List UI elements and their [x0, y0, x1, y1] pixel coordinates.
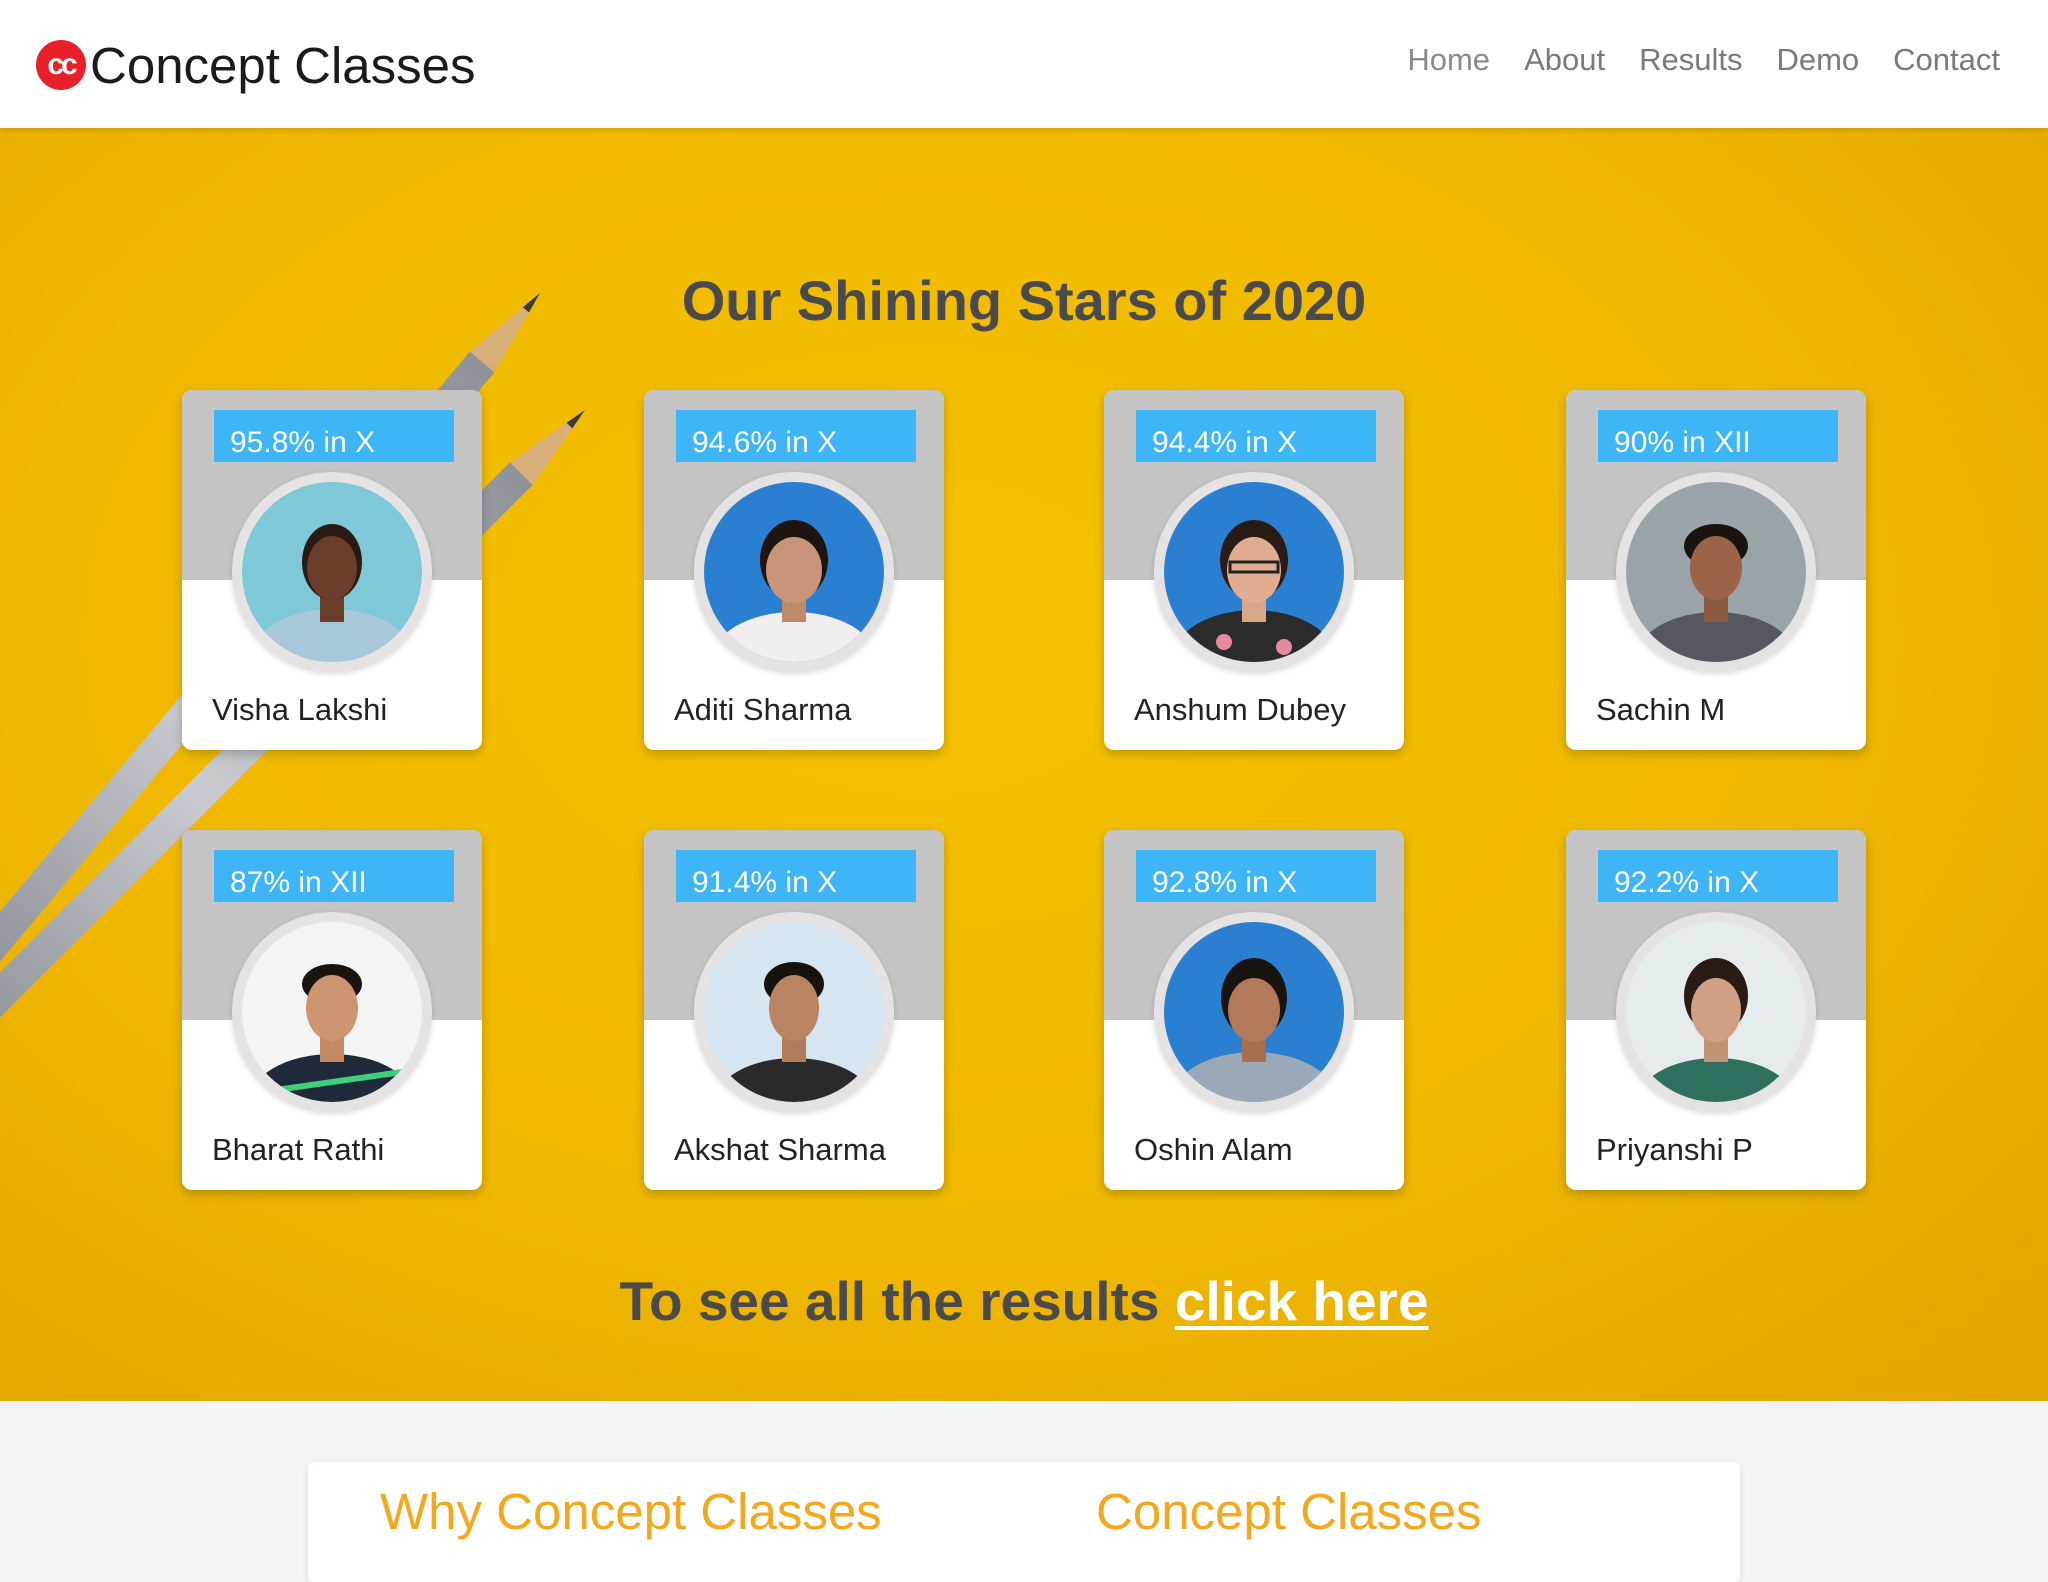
all-results-cta: To see all the results click here	[0, 1268, 2048, 1334]
brand-name[interactable]: Concept Classes	[90, 36, 476, 95]
student-card[interactable]: 94.6% in X Aditi Sharma	[644, 390, 944, 750]
student-card[interactable]: 95.8% in X Visha Lakshi	[182, 390, 482, 750]
student-cards-grid: 95.8% in X Visha Lakshi 94.6% in X Aditi…	[0, 128, 2048, 1401]
concept-classes-heading: Concept Classes	[1096, 1483, 1482, 1540]
top-navbar: cc Concept Classes Home About Results De…	[0, 0, 2048, 128]
why-concept-classes-card: Why Concept Classes Concept Classes	[308, 1462, 1740, 1582]
student-card[interactable]: 90% in XII Sachin M	[1566, 390, 1866, 750]
brand-logo-icon[interactable]: cc	[36, 40, 86, 90]
see-all-results-link[interactable]: click here	[1175, 1270, 1429, 1332]
nav-link-home[interactable]: Home	[1407, 42, 1490, 78]
student-photo	[242, 482, 422, 662]
avatar-frame	[694, 912, 894, 1112]
student-name: Anshum Dubey	[1134, 692, 1346, 727]
nav-link-demo[interactable]: Demo	[1776, 42, 1859, 78]
student-name: Priyanshi P	[1596, 1132, 1753, 1167]
student-name: Oshin Alam	[1134, 1132, 1293, 1167]
student-photo	[1626, 482, 1806, 662]
student-photo	[704, 482, 884, 662]
avatar-frame	[1154, 912, 1354, 1112]
score-badge: 92.8% in X	[1136, 850, 1376, 902]
student-card[interactable]: 91.4% in X Akshat Sharma	[644, 830, 944, 1190]
score-badge: 94.6% in X	[676, 410, 916, 462]
student-name: Bharat Rathi	[212, 1132, 385, 1167]
score-badge: 91.4% in X	[676, 850, 916, 902]
student-card[interactable]: 92.8% in X Oshin Alam	[1104, 830, 1404, 1190]
avatar-frame	[1616, 472, 1816, 672]
student-photo	[1626, 922, 1806, 1102]
avatar-frame	[1616, 912, 1816, 1112]
score-badge: 90% in XII	[1598, 410, 1838, 462]
nav-link-about[interactable]: About	[1524, 42, 1605, 78]
nav-link-contact[interactable]: Contact	[1893, 42, 2000, 78]
student-name: Akshat Sharma	[674, 1132, 886, 1167]
student-name: Sachin M	[1596, 692, 1726, 727]
avatar-frame	[694, 472, 894, 672]
avatar-frame	[232, 912, 432, 1112]
student-photo	[242, 922, 422, 1102]
student-photo	[1164, 482, 1344, 662]
student-card[interactable]: 92.2% in X Priyanshi P	[1566, 830, 1866, 1190]
student-photo	[704, 922, 884, 1102]
results-hero: Our Shining Stars of 2020 95.8% in X Vis…	[0, 128, 2048, 1401]
student-card[interactable]: 94.4% in X Anshum Dubey	[1104, 390, 1404, 750]
student-name: Aditi Sharma	[674, 692, 852, 727]
why-concept-classes-heading: Why Concept Classes	[380, 1483, 882, 1540]
score-badge: 94.4% in X	[1136, 410, 1376, 462]
score-badge: 95.8% in X	[214, 410, 454, 462]
cta-text: To see all the results	[619, 1270, 1175, 1332]
avatar-frame	[1154, 472, 1354, 672]
student-name: Visha Lakshi	[212, 692, 388, 727]
score-badge: 92.2% in X	[1598, 850, 1838, 902]
nav-menu: Home About Results Demo Contact	[1407, 42, 2000, 78]
avatar-frame	[232, 472, 432, 672]
score-badge: 87% in XII	[214, 850, 454, 902]
student-photo	[1164, 922, 1344, 1102]
brand[interactable]: cc Concept Classes	[36, 30, 476, 100]
student-card[interactable]: 87% in XII Bharat Rathi	[182, 830, 482, 1190]
nav-link-results[interactable]: Results	[1639, 42, 1742, 78]
